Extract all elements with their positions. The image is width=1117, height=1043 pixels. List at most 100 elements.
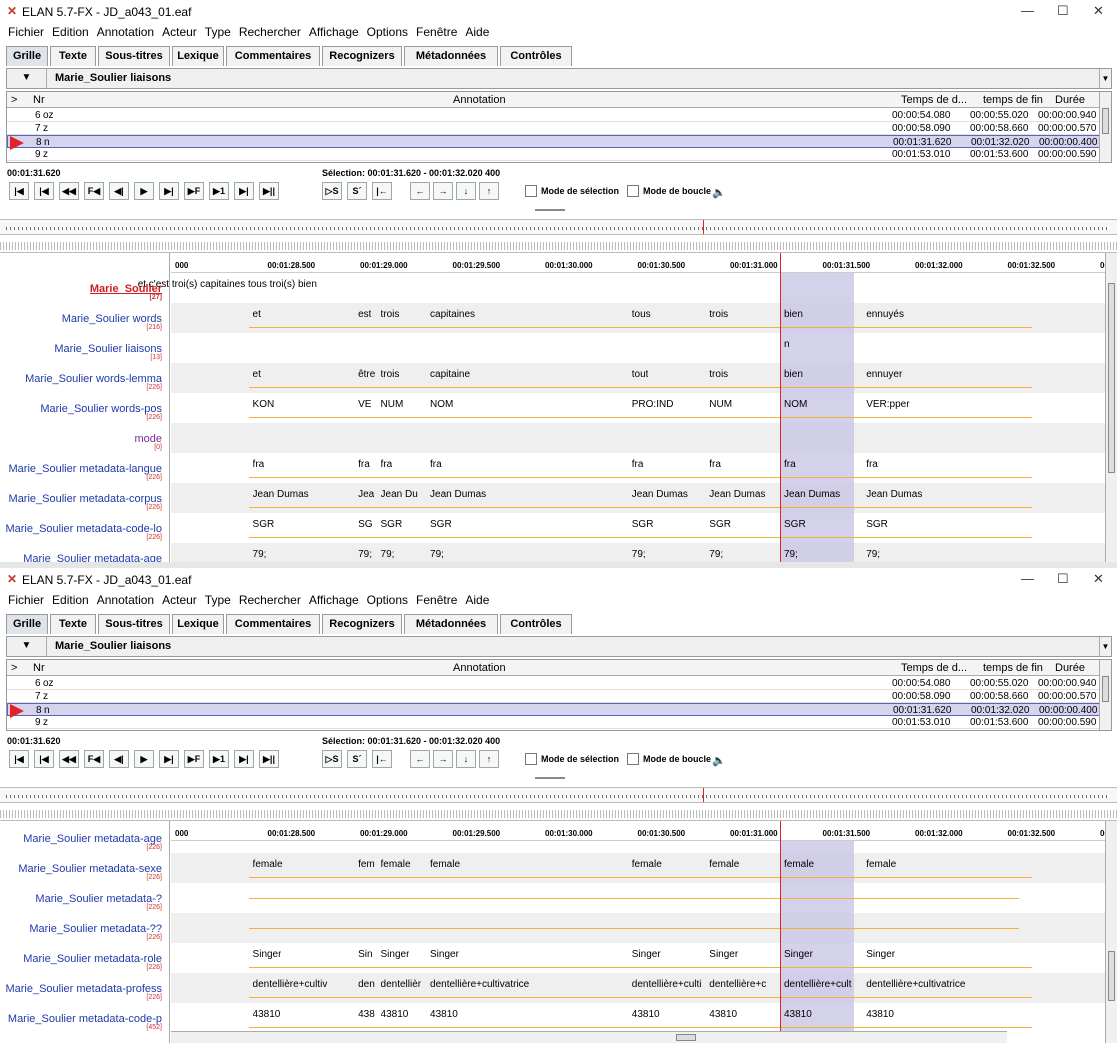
annotation-cell[interactable]: trois <box>709 369 728 380</box>
annotation-cell[interactable]: 79; <box>632 549 646 560</box>
tab-item[interactable]: Recognizers <box>322 614 402 634</box>
menu-item[interactable]: Rechercher <box>239 593 301 607</box>
next-boundary-button[interactable]: ▶| <box>159 182 179 200</box>
collapse-arrow-icon[interactable]: ▼ <box>7 69 47 88</box>
scrollbar-thumb[interactable] <box>1102 108 1109 134</box>
annotation-cell[interactable]: trois <box>709 309 728 320</box>
tab-item[interactable]: Commentaires <box>226 614 320 634</box>
menu-item[interactable]: Aide <box>465 25 489 39</box>
annotation-cell[interactable]: SGR <box>430 519 452 530</box>
waveform-overview[interactable] <box>0 787 1117 803</box>
table-row[interactable]: 9 z 00:01:53.010 00:01:53.600 00:00:00.590 <box>7 716 1101 729</box>
close-button[interactable]: ✕ <box>1093 3 1104 19</box>
go-selection-begin-button[interactable]: |← <box>372 750 392 768</box>
waveform-overview[interactable] <box>0 219 1117 235</box>
tier-name[interactable]: Marie_Soulier metadata-corpus [226] <box>0 493 168 511</box>
annotation-cell[interactable]: SGR <box>709 519 731 530</box>
timeline-viewer[interactable]: Marie_Soulier [27] Marie_Soulier words [216… <box>0 252 1117 562</box>
annotation-cell[interactable]: SGR <box>381 519 403 530</box>
menu-item[interactable]: Aide <box>465 593 489 607</box>
maximize-button[interactable]: ☐ <box>1057 571 1069 587</box>
annotation-cell[interactable]: female <box>253 859 283 870</box>
clear-selection-button[interactable]: S´ <box>347 750 367 768</box>
menu-item[interactable]: Edition <box>52 593 89 607</box>
annotation-cell[interactable]: 43810 <box>866 1009 894 1020</box>
prev-annotation-button[interactable]: ← <box>410 750 430 768</box>
next-pixel-button[interactable]: ▶F <box>184 182 204 200</box>
scrollbar-thumb[interactable] <box>1108 951 1115 1001</box>
annotation-cell[interactable]: dentellière+cultiv <box>253 979 328 990</box>
play-selection-button[interactable]: ▷S <box>322 182 342 200</box>
menu-item[interactable]: Options <box>367 25 408 39</box>
maximize-button[interactable]: ☐ <box>1057 3 1069 19</box>
next-frame-button[interactable]: ▶| <box>234 750 254 768</box>
next-annotation-button[interactable]: → <box>433 750 453 768</box>
prev-second-button[interactable]: ◀◀ <box>59 182 79 200</box>
prev-frame-button[interactable]: |◀ <box>34 750 54 768</box>
annotation-cell[interactable]: ennuyés <box>866 309 904 320</box>
dropdown-icon[interactable]: ▼ <box>1099 69 1111 88</box>
tab-item[interactable]: Contrôles <box>500 614 572 634</box>
annotation-cell[interactable]: 79; <box>709 549 723 560</box>
annotation-cell[interactable]: tous <box>632 309 651 320</box>
minimize-button[interactable]: — <box>1021 3 1034 18</box>
annotation-cell[interactable]: dentellière+cultivatrice <box>430 979 529 990</box>
annotation-cell[interactable]: être <box>358 369 374 380</box>
menu-item[interactable]: Fichier <box>8 593 44 607</box>
scrollbar-thumb[interactable] <box>1108 283 1115 473</box>
panel-splitter[interactable] <box>535 209 565 211</box>
annotation-cell[interactable]: 43810 <box>430 1009 458 1020</box>
table-row[interactable]: 6 oz 00:00:54.080 00:00:55.020 00:00:00.940 <box>7 677 1101 690</box>
annotation-cell[interactable]: female <box>632 859 662 870</box>
prev-boundary-button[interactable]: ◀| <box>109 750 129 768</box>
menu-item[interactable]: Fenêtre <box>416 25 457 39</box>
menu-item[interactable]: Affichage <box>309 25 359 39</box>
annotation-cell[interactable]: 43810 <box>253 1009 281 1020</box>
annotation-cell[interactable]: 79; <box>381 549 395 560</box>
next-second-button[interactable]: ▶1 <box>209 750 229 768</box>
annotation-cell[interactable]: female <box>709 859 739 870</box>
collapse-arrow-icon[interactable]: ▼ <box>7 637 47 656</box>
tier-name[interactable]: mode [0] <box>0 433 168 451</box>
tier-name[interactable]: Marie_Soulier metadata-sexe [226] <box>0 863 168 881</box>
annotation-cell[interactable]: Singer <box>709 949 738 960</box>
tab-item[interactable]: Sous-titres <box>98 614 170 634</box>
annotation-cell[interactable]: 438 <box>358 1009 374 1020</box>
menu-item[interactable]: Annotation <box>97 25 154 39</box>
annotation-cell[interactable]: 43810 <box>381 1009 409 1020</box>
annotation-cell[interactable]: female <box>784 859 814 870</box>
annotation-cell[interactable]: 43810 <box>632 1009 660 1020</box>
annotation-cell[interactable]: KON <box>253 399 275 410</box>
prev-second-button[interactable]: ◀◀ <box>59 750 79 768</box>
tier-name[interactable]: Marie_Soulier metadata-age[226] <box>0 833 168 851</box>
annotation-cell[interactable]: 43810 <box>709 1009 737 1020</box>
menu-item[interactable]: Fenêtre <box>416 593 457 607</box>
tier-name[interactable]: Marie_Soulier metadata-langue [226] <box>0 463 168 481</box>
annotation-cell[interactable]: Singer <box>253 949 282 960</box>
dropdown-icon[interactable]: ▼ <box>1099 637 1111 656</box>
annotation-cell[interactable]: Singer <box>632 949 661 960</box>
menu-item[interactable]: Acteur <box>162 25 197 39</box>
tab-item[interactable]: Texte <box>50 614 96 634</box>
tier-name[interactable]: Marie_Soulier metadata-?? [226] <box>0 923 168 941</box>
menu-item[interactable]: Rechercher <box>239 25 301 39</box>
close-button[interactable]: ✕ <box>1093 571 1104 587</box>
go-end-button[interactable]: ▶|| <box>259 182 279 200</box>
annotation-cell[interactable]: est <box>358 309 371 320</box>
mode-selection-checkbox[interactable] <box>525 753 537 765</box>
annotation-cell[interactable]: PRO:IND <box>632 399 674 410</box>
prev-boundary-button[interactable]: ◀| <box>109 182 129 200</box>
next-second-button[interactable]: ▶1 <box>209 182 229 200</box>
next-boundary-button[interactable]: ▶| <box>159 750 179 768</box>
annotation-cell[interactable]: 79; <box>866 549 880 560</box>
prev-pixel-button[interactable]: F◀ <box>84 182 104 200</box>
table-row[interactable]: 9 z 00:01:53.010 00:01:53.600 00:00:00.590 <box>7 148 1101 161</box>
annotation-cell[interactable]: dentellière+cultivatrice <box>866 979 965 990</box>
clear-selection-button[interactable]: S´ <box>347 182 367 200</box>
annotation-cell[interactable]: Jean Dumas <box>253 489 309 500</box>
annotation-cell[interactable]: fra <box>358 459 370 470</box>
play-button[interactable]: ▶ <box>134 750 154 768</box>
tab-item[interactable]: Métadonnées <box>404 614 498 634</box>
tier-down-button[interactable]: ↓ <box>456 182 476 200</box>
annotation-cell[interactable]: trois <box>381 369 400 380</box>
